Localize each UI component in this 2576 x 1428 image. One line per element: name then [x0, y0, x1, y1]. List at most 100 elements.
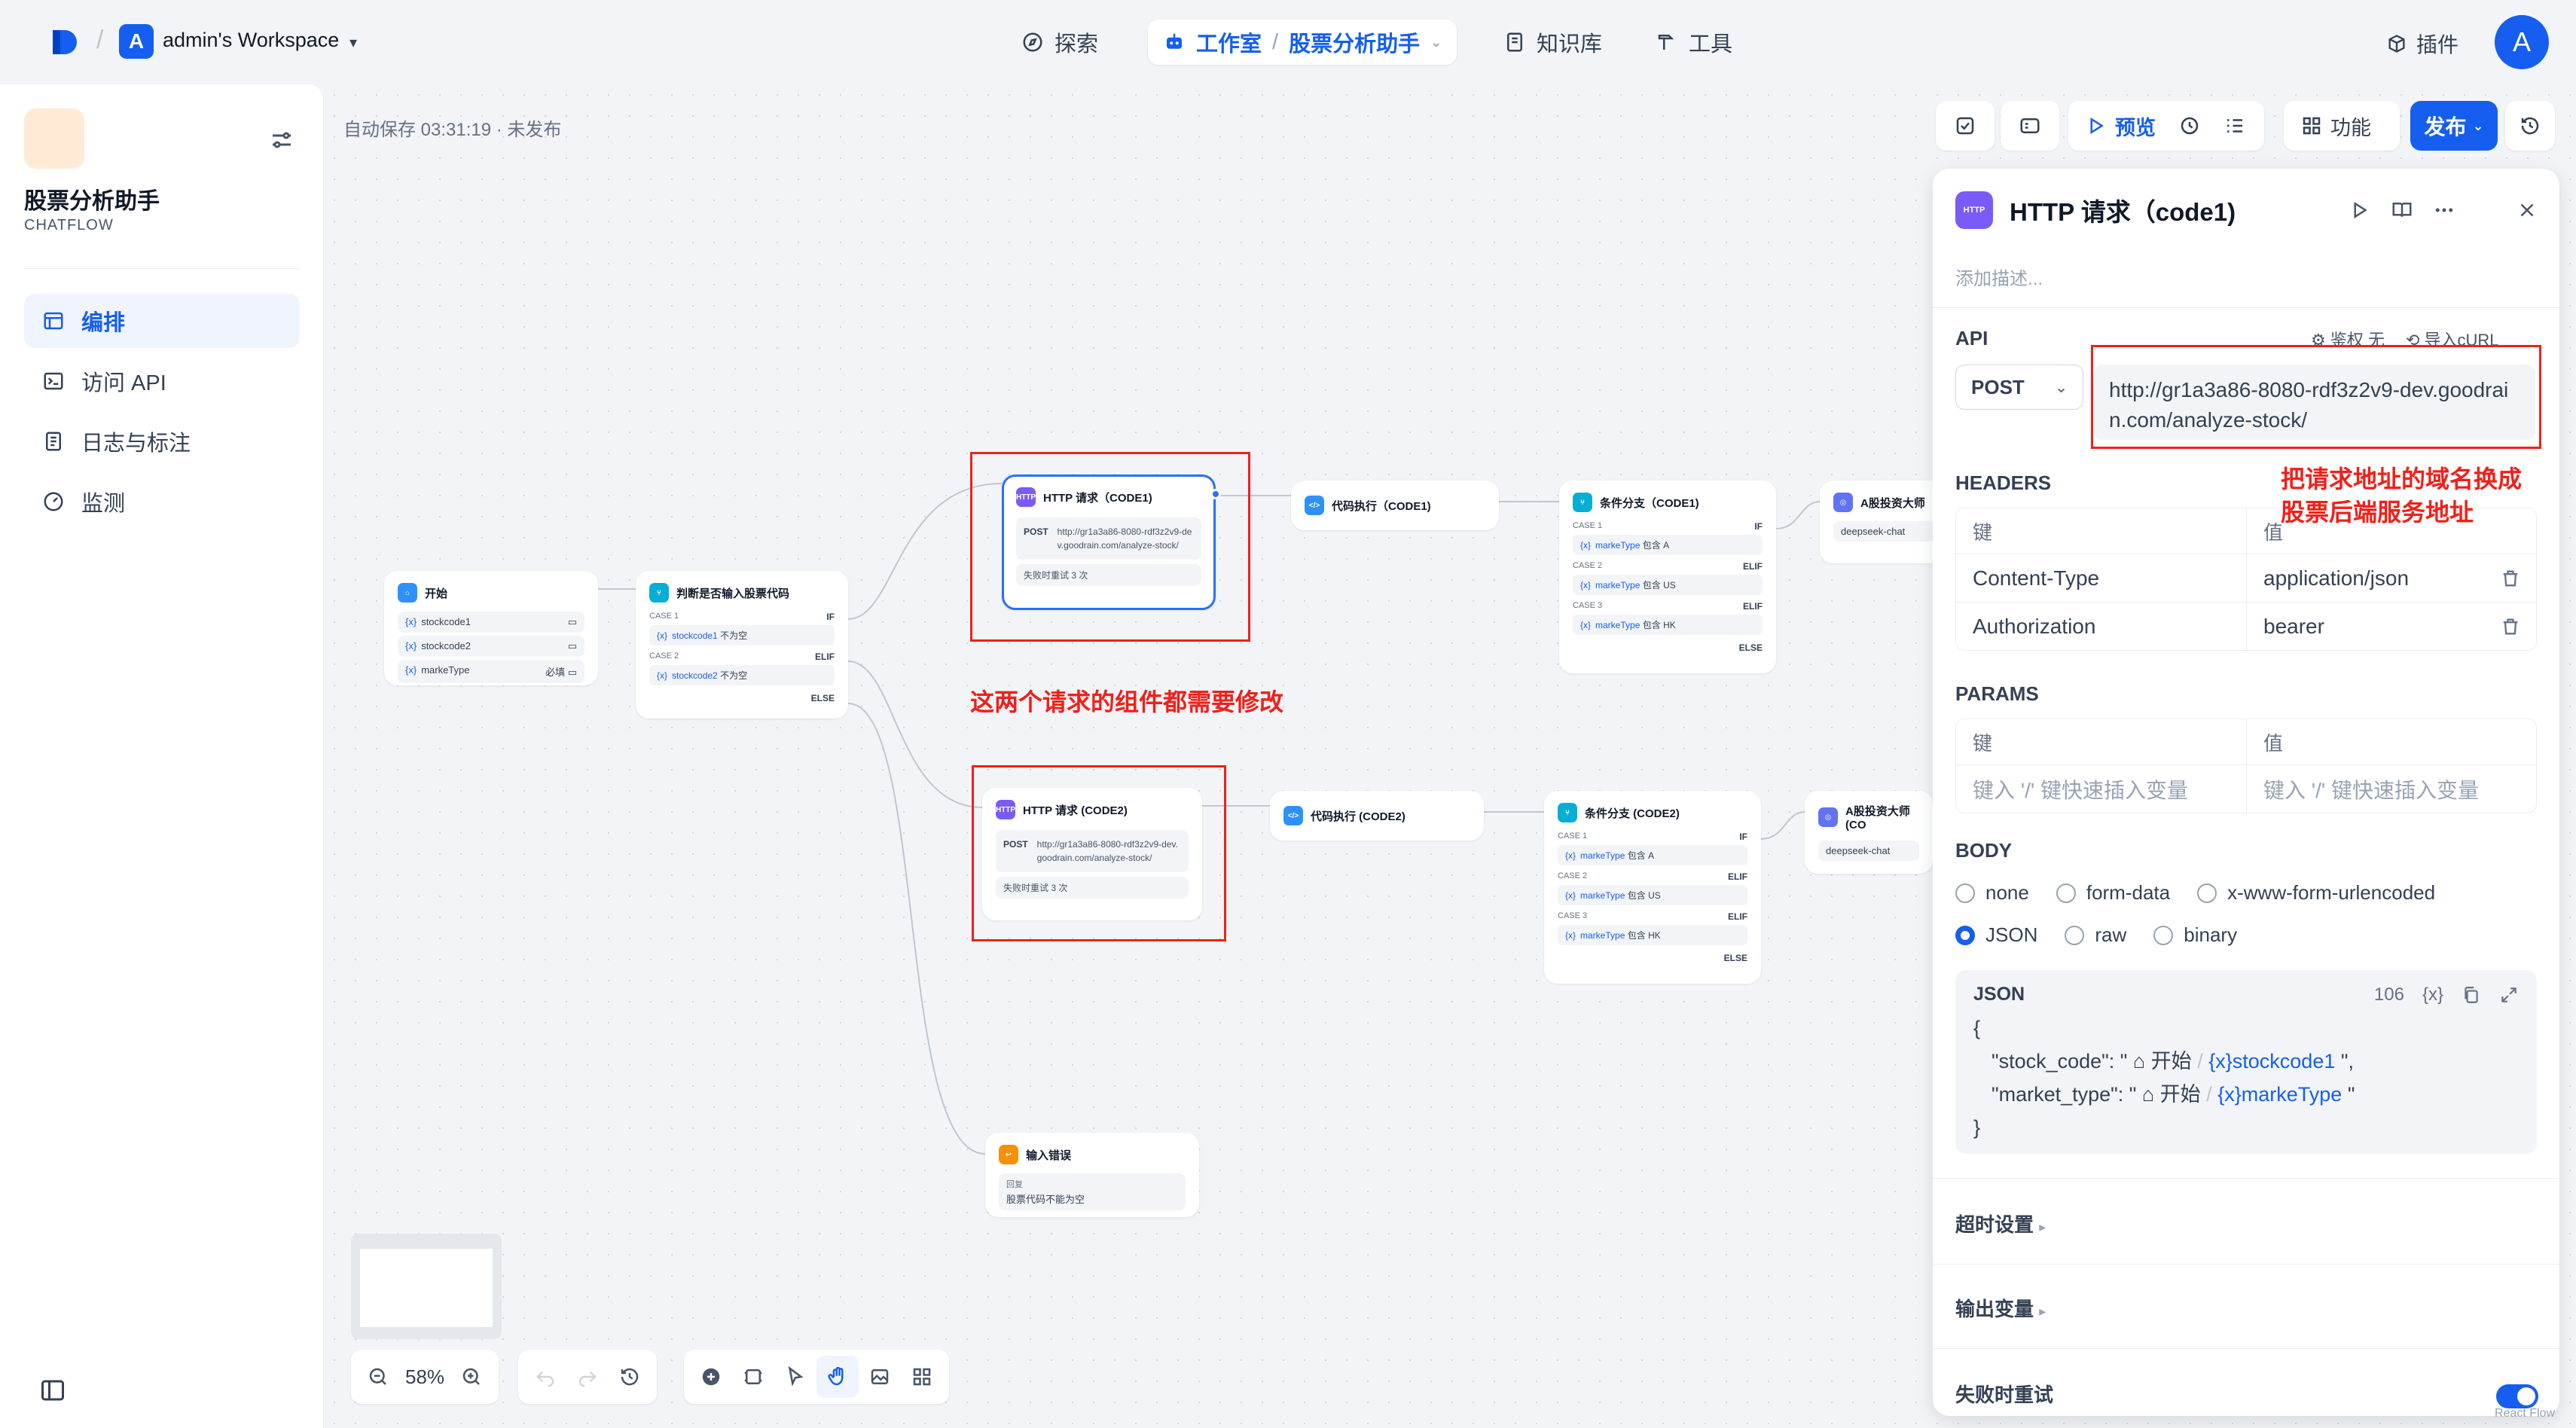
node-title: 输入错误	[1026, 1149, 1072, 1162]
param-key-input[interactable]: 键入 '/' 键快速插入变量	[1956, 765, 2246, 813]
condition: {x} markeType 包含 US	[1558, 885, 1747, 905]
edge	[847, 703, 986, 1155]
header-key-input[interactable]: Authorization	[1956, 603, 2246, 650]
play-icon	[2090, 117, 2104, 135]
export-image-button[interactable]	[859, 1356, 901, 1398]
workspace-name[interactable]: admin's Workspace	[163, 29, 339, 52]
radio-json[interactable]: JSON	[1955, 923, 2037, 947]
hand-icon	[828, 1366, 844, 1386]
char-count: 106	[2373, 984, 2404, 1005]
copy-icon[interactable]	[2462, 985, 2481, 1005]
insert-variable-icon[interactable]: {x}	[2422, 984, 2443, 1005]
node-llm2[interactable]: ◎ A股投资大师 (CO deepseek-chat	[1805, 791, 1933, 874]
play-icon[interactable]	[2349, 199, 2371, 221]
node-branch-code1[interactable]: ⑂ 条件分支（CODE1) CASE 1 IF {x} markeType 包含 A …	[1559, 481, 1776, 673]
nav-app-label[interactable]: 股票分析助手	[1289, 26, 1420, 58]
zoom-out-button[interactable]	[357, 1356, 399, 1398]
divider	[1933, 1264, 2559, 1265]
timeout-section[interactable]: 超时设置 ▸	[1955, 1210, 2046, 1237]
branch-icon: ⑂	[1558, 803, 1577, 822]
code-icon: </>	[1283, 806, 1303, 825]
sidebar-item-orchestrate[interactable]: 编排	[24, 294, 300, 348]
undo-button[interactable]	[524, 1356, 566, 1398]
nav-knowledge[interactable]: 知识库	[1488, 20, 1617, 65]
organize-button[interactable]	[901, 1356, 943, 1398]
header-value-input[interactable]: application/json	[2246, 554, 2536, 602]
condition: {x} markeType 包含 HK	[1558, 925, 1747, 945]
pointer-mode-button[interactable]	[774, 1356, 816, 1398]
more-icon[interactable]	[2433, 199, 2455, 221]
dify-logo-icon[interactable]	[50, 27, 80, 57]
file-list-icon	[46, 432, 61, 451]
json-body-editor[interactable]: JSON 106 {x} { "stock_code": " ⌂ 开始 / {x…	[1955, 970, 2537, 1154]
sliders-icon[interactable]	[268, 127, 295, 154]
trash-icon[interactable]	[2500, 616, 2521, 637]
book-open-icon[interactable]	[2391, 199, 2413, 221]
reply-content: 回复 股票代码不能为空	[999, 1173, 1186, 1210]
retry-toggle[interactable]	[2496, 1384, 2538, 1408]
plugins-button[interactable]: 插件	[2386, 29, 2458, 59]
divider	[24, 268, 300, 269]
close-icon[interactable]	[2516, 199, 2538, 221]
node-code2[interactable]: </> 代码执行 (CODE2)	[1270, 791, 1484, 841]
variables-button[interactable]	[2214, 105, 2255, 147]
zoom-in-button[interactable]	[450, 1356, 493, 1398]
param-value-input[interactable]: 键入 '/' 键快速插入变量	[2246, 765, 2536, 813]
node-judge[interactable]: ⑂ 判断是否输入股票代码 CASE 1 IF {x} stockcode1 不为空 C…	[636, 571, 848, 719]
zoom-in-icon	[462, 1368, 480, 1385]
plus-circle-icon	[702, 1368, 720, 1386]
history-button[interactable]	[2169, 105, 2210, 147]
node-start[interactable]: ⌂ 开始 {x} stockcode1 ▭ {x} stockcode2 ▭ {x} mar…	[384, 571, 598, 685]
checklist-icon	[1956, 117, 1974, 135]
react-flow-attribution[interactable]: React Flow	[2495, 1407, 2555, 1420]
sidebar-collapse-icon[interactable]	[39, 1377, 66, 1404]
panel-title[interactable]: HTTP 请求（code1)	[2010, 192, 2236, 228]
sidebar-item-monitor[interactable]: 监测	[24, 474, 300, 529]
header-key-input[interactable]: Content-Type	[1956, 554, 2246, 602]
preview-label: 预览	[2115, 116, 2156, 139]
zoom-level[interactable]: 58%	[399, 1365, 450, 1389]
nav-studio[interactable]: 工作室 / 股票分析助手 ⌄	[1148, 20, 1457, 65]
expand-icon[interactable]	[2499, 985, 2519, 1005]
trash-icon[interactable]	[2500, 568, 2521, 589]
add-node-button[interactable]	[690, 1356, 732, 1398]
sidebar-item-label: 监测	[81, 492, 126, 516]
branch-icon: ⑂	[649, 583, 669, 603]
method-select[interactable]: POST ⌄	[1955, 365, 2083, 410]
redo-button[interactable]	[566, 1356, 609, 1398]
json-line: }	[1973, 1116, 1981, 1139]
add-note-button[interactable]	[732, 1356, 774, 1398]
hand-mode-button[interactable]	[816, 1356, 859, 1398]
nav-tools[interactable]: 工具	[1641, 20, 1747, 65]
features-button[interactable]: 功能	[2284, 101, 2400, 151]
sidebar-item-api[interactable]: 访问 API	[24, 354, 300, 408]
radio-form-data[interactable]: form-data	[2056, 881, 2170, 905]
chevron-down-icon[interactable]: ▾	[349, 33, 357, 52]
output-variables-section[interactable]: 输出变量 ▸	[1955, 1294, 2046, 1322]
publish-button[interactable]: 发布 ⌄	[2410, 101, 2498, 151]
node-code1[interactable]: </> 代码执行（CODE1)	[1291, 481, 1499, 530]
radio-urlencoded[interactable]: x-www-form-urlencoded	[2197, 881, 2435, 905]
sidebar-item-label: 日志与标注	[81, 432, 191, 456]
preview-button[interactable]: 预览	[2076, 105, 2165, 147]
nav-explore[interactable]: 探索	[1006, 20, 1113, 65]
version-history-button[interactable]	[2505, 101, 2555, 151]
sidebar-item-logs[interactable]: 日志与标注	[24, 414, 300, 468]
user-avatar[interactable]: A	[2495, 15, 2549, 69]
nav-studio-label: 工作室	[1196, 32, 1262, 56]
node-branch-code2[interactable]: ⑂ 条件分支 (CODE2) CASE 1 IF {x} markeType 包含 A…	[1544, 791, 1761, 984]
node-llm1[interactable]: ◎ A股投资大师 deepseek-chat	[1820, 481, 1948, 563]
chevron-down-icon[interactable]: ⌄	[1430, 35, 1442, 50]
header-value-input[interactable]: bearer	[2246, 603, 2536, 650]
minimap[interactable]	[351, 1234, 502, 1339]
node-input-error[interactable]: ↩ 输入错误 回复 股票代码不能为空	[985, 1133, 1199, 1217]
radio-raw[interactable]: raw	[2065, 923, 2126, 947]
radio-binary[interactable]: binary	[2153, 923, 2237, 947]
checklist-button[interactable]	[1936, 101, 1995, 151]
workspace-avatar[interactable]: A	[119, 24, 154, 59]
radio-none[interactable]: none	[1955, 881, 2029, 905]
description-input[interactable]: 添加描述...	[1955, 264, 2043, 290]
key-column-header: 键	[1973, 731, 1993, 755]
change-history-button[interactable]	[609, 1356, 651, 1398]
env-button[interactable]	[2001, 101, 2059, 151]
